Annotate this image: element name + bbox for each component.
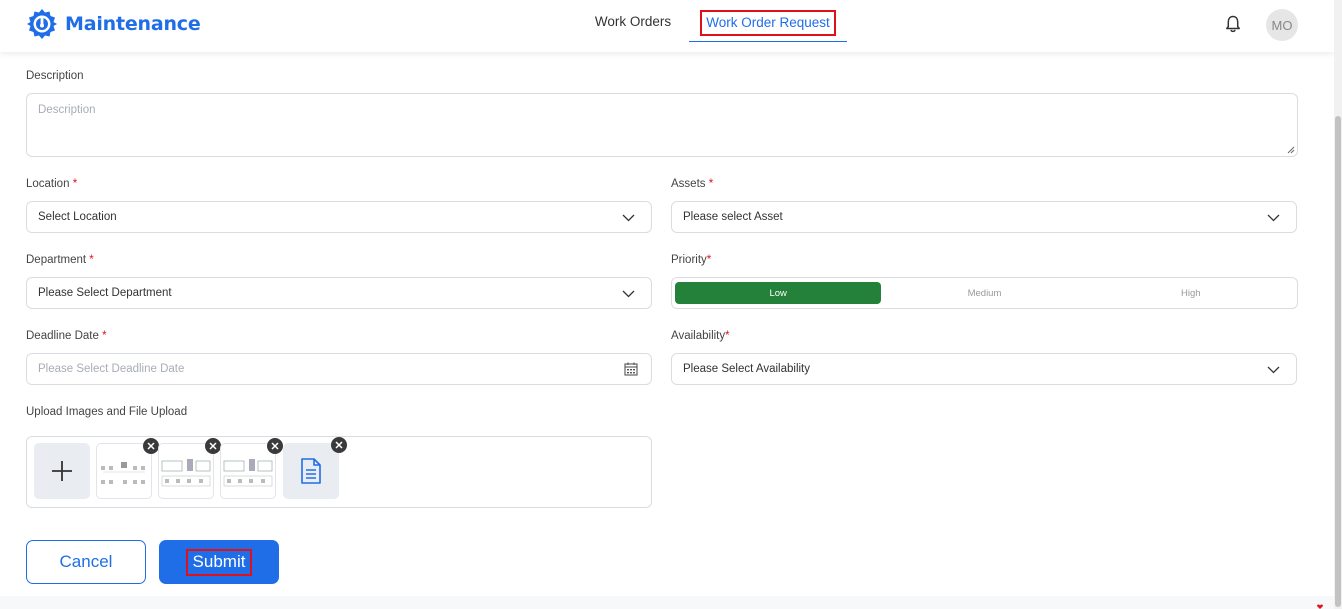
remove-file-button[interactable] (143, 438, 159, 454)
location-select-value: Select Location (38, 211, 117, 223)
availability-label: Availability* (671, 330, 730, 342)
app-title: Maintenance (65, 13, 201, 35)
chevron-down-icon (1267, 214, 1280, 222)
remove-file-button[interactable] (331, 437, 347, 453)
deadline-label: Deadline Date * (26, 330, 107, 342)
priority-option-medium[interactable]: Medium (881, 282, 1087, 304)
description-textarea[interactable]: Description (26, 93, 1298, 157)
description-label: Description (26, 70, 84, 82)
add-file-button[interactable] (34, 443, 90, 499)
availability-select-value: Please Select Availability (683, 363, 810, 375)
tab-work-orders[interactable]: Work Orders (588, 0, 678, 42)
image-preview (223, 459, 273, 487)
assets-required-mark: * (708, 178, 714, 190)
uploaded-image-thumbnail[interactable] (158, 438, 221, 499)
close-icon (335, 441, 343, 449)
department-select[interactable]: Please Select Department (26, 277, 652, 309)
logo-icon (27, 9, 57, 39)
location-label-text: Location (26, 178, 70, 190)
tab-work-order-request[interactable]: Work Order Request (689, 0, 847, 42)
resize-handle-icon[interactable] (1287, 146, 1295, 154)
assets-select-value: Please select Asset (683, 211, 783, 223)
deadline-date-input[interactable]: Please Select Deadline Date (26, 353, 652, 385)
top-navbar: Maintenance Work Orders Work Order Reque… (0, 0, 1334, 52)
upload-area (26, 436, 652, 508)
assets-label: Assets * (671, 178, 713, 190)
assets-label-text: Assets (671, 178, 706, 190)
priority-label: Priority* (671, 254, 711, 266)
description-placeholder: Description (38, 104, 96, 116)
priority-segmented-control: Low Medium High (671, 277, 1298, 309)
priority-option-high[interactable]: High (1088, 282, 1294, 304)
location-required-mark: * (72, 178, 78, 190)
close-icon (147, 442, 155, 450)
deadline-label-text: Deadline Date (26, 330, 99, 342)
department-label: Department * (26, 254, 94, 266)
remove-file-button[interactable] (267, 438, 283, 454)
chevron-down-icon (622, 290, 635, 298)
chevron-down-icon (622, 214, 635, 222)
upload-label-text: Upload Images and File Upload (26, 406, 188, 418)
availability-select[interactable]: Please Select Availability (671, 353, 1297, 385)
document-icon (301, 458, 321, 484)
calendar-icon[interactable] (624, 362, 638, 376)
image-preview (161, 459, 211, 487)
priority-label-text: Priority (671, 254, 707, 266)
description-label-text: Description (26, 70, 84, 82)
location-select[interactable]: Select Location (26, 201, 652, 233)
heart-icon (1317, 604, 1323, 609)
close-icon (209, 442, 217, 450)
chevron-down-icon (1267, 366, 1280, 374)
uploaded-image-thumbnail[interactable] (220, 438, 283, 499)
location-label: Location * (26, 178, 77, 190)
uploaded-document-thumbnail[interactable] (283, 437, 347, 499)
upload-label: Upload Images and File Upload (26, 406, 187, 418)
close-icon (271, 442, 279, 450)
cancel-button[interactable]: Cancel (26, 540, 146, 584)
availability-label-text: Availability (671, 330, 726, 342)
plus-icon (52, 461, 72, 481)
app-logo[interactable]: Maintenance (26, 8, 201, 40)
uploaded-image-thumbnail[interactable] (96, 438, 159, 499)
scrollbar-thumb[interactable] (1335, 116, 1341, 607)
availability-required-mark: * (725, 330, 730, 342)
avatar-initials: MO (1271, 17, 1293, 33)
submit-button-label: Submit (185, 548, 253, 576)
assets-select[interactable]: Please select Asset (671, 201, 1297, 233)
page-footer-strip (0, 596, 1334, 609)
tab-work-orders-label: Work Orders (594, 13, 672, 29)
tab-work-order-request-label: Work Order Request (700, 9, 836, 36)
avatar[interactable]: MO (1266, 9, 1298, 41)
deadline-required-mark: * (102, 330, 107, 342)
deadline-date-placeholder: Please Select Deadline Date (38, 363, 185, 375)
department-required-mark: * (89, 254, 94, 266)
remove-file-button[interactable] (205, 438, 221, 454)
image-preview (101, 462, 145, 484)
priority-required-mark: * (706, 254, 712, 266)
submit-button[interactable]: Submit (159, 540, 279, 584)
vertical-scrollbar[interactable] (1334, 0, 1342, 609)
cancel-button-label: Cancel (59, 552, 113, 571)
department-label-text: Department (26, 254, 87, 266)
bell-icon[interactable] (1224, 14, 1242, 34)
priority-option-low[interactable]: Low (675, 282, 882, 304)
department-select-value: Please Select Department (38, 287, 172, 299)
